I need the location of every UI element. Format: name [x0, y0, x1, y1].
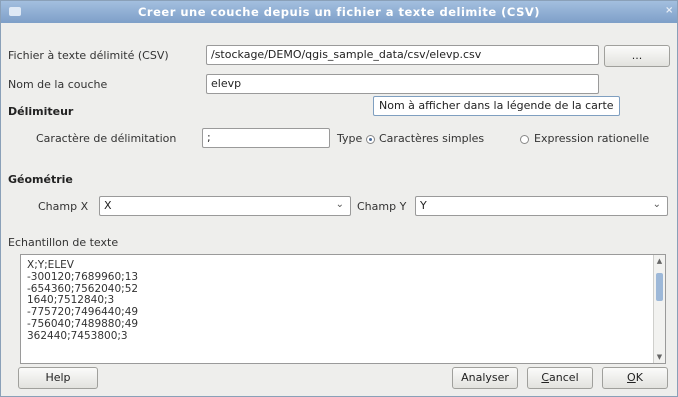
- cancel-label-rest: ancel: [549, 371, 579, 384]
- x-field-value: X: [104, 199, 112, 212]
- ok-button[interactable]: OK: [602, 367, 668, 389]
- cancel-mnemonic: C: [541, 371, 550, 384]
- layer-name-label: Nom de la couche: [8, 78, 108, 91]
- chevron-down-icon[interactable]: ⌄: [336, 199, 344, 210]
- delimiter-char-label: Caractère de délimitation: [36, 132, 177, 145]
- radio-regex[interactable]: [520, 135, 529, 144]
- y-field-value: Y: [420, 199, 427, 212]
- scroll-thumb[interactable]: [656, 273, 663, 301]
- radio-simple-chars[interactable]: [366, 135, 375, 144]
- sample-line: -756040;7489880;49: [27, 317, 139, 330]
- delimiter-char-field[interactable]: ;: [202, 128, 330, 148]
- dialog-window: Creer une couche depuis un fichier a tex…: [0, 0, 678, 397]
- geometry-heading: Géométrie: [8, 173, 73, 186]
- scroll-up-icon[interactable]: ▲: [655, 256, 664, 266]
- help-button[interactable]: Help: [18, 367, 98, 389]
- x-field-label: Champ X: [38, 200, 89, 213]
- chevron-down-icon[interactable]: ⌄: [653, 199, 661, 210]
- file-path-field[interactable]: /stockage/DEMO/qgis_sample_data/csv/elev…: [206, 45, 599, 65]
- close-icon[interactable]: ×: [665, 5, 673, 19]
- ok-label-rest: K: [635, 371, 643, 384]
- radio-regex-label[interactable]: Expression rationelle: [534, 132, 649, 145]
- type-label: Type: [337, 132, 363, 145]
- y-field-label: Champ Y: [357, 200, 407, 213]
- sample-text-area[interactable]: X;Y;ELEV -300120;7689960;13 -654360;756204…: [20, 254, 666, 364]
- sample-line: 362440;7453800;3: [27, 329, 128, 342]
- x-field-combo[interactable]: X ⌄: [99, 196, 351, 216]
- scroll-down-icon[interactable]: ▼: [655, 352, 664, 362]
- layer-name-field[interactable]: elevp: [206, 74, 599, 94]
- sample-heading: Echantillon de texte: [8, 236, 119, 249]
- delimiter-heading: Délimiteur: [8, 105, 74, 118]
- layer-name-tooltip: Nom à afficher dans la légende de la car…: [373, 96, 620, 116]
- sample-scrollbar[interactable]: ▲ ▼: [653, 255, 665, 363]
- browse-button[interactable]: ...: [604, 45, 670, 67]
- file-label: Fichier à texte délimité (CSV): [8, 49, 169, 62]
- analyze-button[interactable]: Analyser: [452, 367, 518, 389]
- y-field-combo[interactable]: Y ⌄: [415, 196, 668, 216]
- ok-mnemonic: O: [627, 371, 636, 384]
- title-bar: Creer une couche depuis un fichier a tex…: [1, 1, 677, 23]
- window-title: Creer une couche depuis un fichier a tex…: [137, 5, 541, 19]
- sample-lines: X;Y;ELEV -300120;7689960;13 -654360;756204…: [27, 259, 139, 343]
- radio-simple-chars-label[interactable]: Caractères simples: [379, 132, 484, 145]
- cancel-button[interactable]: Cancel: [527, 367, 593, 389]
- sample-line: -300120;7689960;13: [27, 270, 139, 283]
